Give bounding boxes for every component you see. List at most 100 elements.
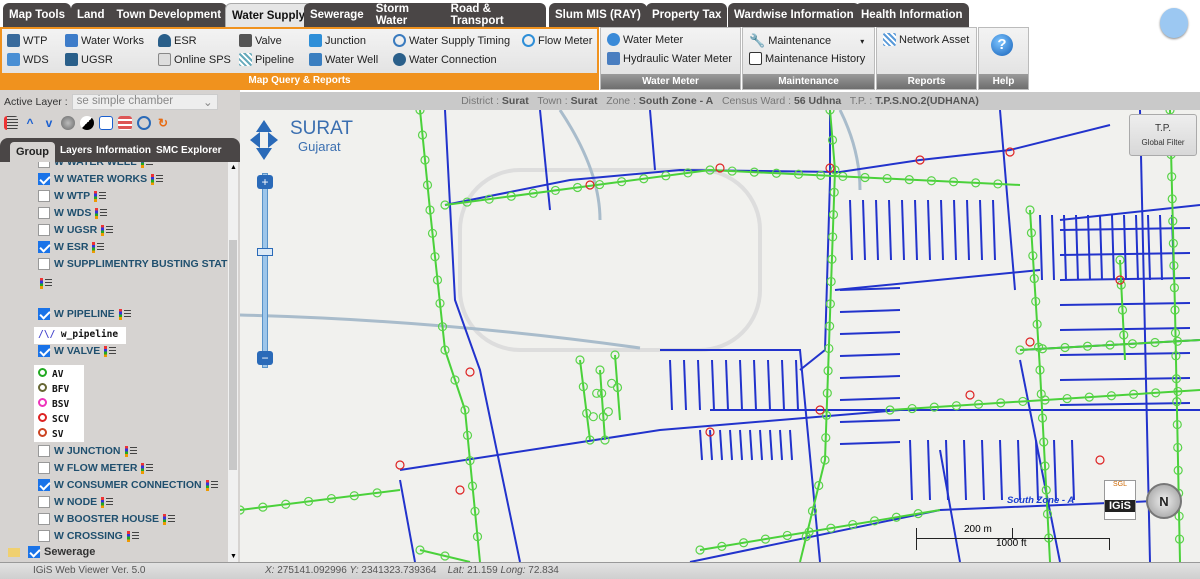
layer-checkbox[interactable]	[38, 530, 50, 542]
legend-icon[interactable]	[151, 173, 164, 185]
legend-icon[interactable]	[141, 462, 154, 474]
legend-icon[interactable]	[124, 445, 137, 457]
tab-map-tools[interactable]: Map Tools	[3, 3, 72, 27]
tab-land-town[interactable]: Land Town Development	[71, 3, 228, 27]
maintenance-dropdown[interactable]: 🔧 Maintenance ▾	[749, 33, 864, 49]
sv-valve-marker[interactable]	[1025, 337, 1035, 347]
tree-scrollbar[interactable]: ▲ ▼	[228, 162, 238, 562]
legend-icon[interactable]	[92, 241, 105, 253]
legend-icon[interactable]	[104, 345, 117, 357]
tab-road-transport[interactable]: Road & Transport	[451, 3, 540, 27]
legend-icon[interactable]	[94, 190, 107, 202]
legend-icon[interactable]	[4, 116, 18, 130]
layer-checkbox[interactable]	[38, 345, 50, 357]
pipeline-button[interactable]: Pipeline	[239, 53, 294, 66]
sv-valve-marker[interactable]	[455, 485, 465, 495]
legend-icon[interactable]	[205, 479, 218, 491]
water-connection-button[interactable]: Water Connection	[393, 53, 497, 66]
legend-icon[interactable]	[140, 162, 153, 168]
wtp-button[interactable]: WTP	[7, 34, 47, 47]
layer-checkbox[interactable]	[38, 308, 50, 320]
tab-property-tax[interactable]: Property Tax	[646, 3, 728, 27]
tab-land[interactable]: Land	[77, 9, 104, 21]
layer-info-icon[interactable]	[99, 116, 113, 130]
user-avatar[interactable]	[1160, 8, 1188, 38]
wds-button[interactable]: WDS	[7, 53, 49, 66]
layer-checkbox[interactable]	[38, 513, 50, 525]
layer-checkbox[interactable]	[38, 479, 50, 491]
legend-icon[interactable]	[101, 224, 114, 236]
maintenance-history-button[interactable]: Maintenance History	[749, 52, 865, 65]
map-canvas[interactable]: + − SURAT Gujarat T.P. Global Filter Sou…	[240, 110, 1200, 562]
online-sps-button[interactable]: Online SPS	[158, 53, 231, 66]
ugsr-button[interactable]: UGSR	[65, 53, 113, 66]
layer-tree-item[interactable]: W CROSSING	[38, 530, 139, 542]
layer-tree-item[interactable]: W PIPELINE	[38, 308, 131, 320]
layer-checkbox[interactable]	[28, 546, 40, 558]
network-asset-button[interactable]: Network Asset	[883, 33, 969, 46]
layer-tree-item[interactable]: W WATER WELL	[38, 162, 153, 168]
flow-meter-button[interactable]: Flow Meter	[522, 34, 592, 47]
sv-valve-marker[interactable]	[965, 390, 975, 400]
tab-group[interactable]: Group	[10, 142, 55, 162]
tab-sewerage[interactable]: Sewerage	[310, 9, 364, 21]
tab-layers[interactable]: Layers	[60, 145, 92, 156]
layer-tree-item[interactable]: Sewerage	[8, 546, 95, 558]
sv-valve-marker[interactable]	[1095, 455, 1105, 465]
zoom-track[interactable]	[262, 173, 268, 368]
legend-icon[interactable]	[101, 496, 114, 508]
tab-wardwise-information[interactable]: Wardwise Information	[728, 3, 860, 27]
layer-checkbox[interactable]	[38, 224, 50, 236]
hydraulic-water-meter-button[interactable]: Hydraulic Water Meter	[607, 52, 732, 65]
layer-tree-item[interactable]: W BOOSTER HOUSE	[38, 513, 176, 525]
tp-global-filter-button[interactable]: T.P. Global Filter	[1129, 114, 1197, 156]
layer-checkbox[interactable]	[38, 162, 50, 168]
legend-icon[interactable]	[126, 530, 139, 542]
layer-tree-item[interactable]: W JUNCTION	[38, 445, 137, 457]
search-layer-icon[interactable]	[137, 116, 151, 130]
layer-tree-item[interactable]: W WDS	[38, 207, 108, 219]
scroll-down-icon[interactable]: ▼	[230, 553, 237, 560]
transparency-high-icon[interactable]	[80, 116, 94, 130]
layer-checkbox[interactable]	[38, 496, 50, 508]
layer-checkbox[interactable]	[38, 173, 50, 185]
move-up-icon[interactable]: ^	[23, 116, 37, 130]
layer-tree-item[interactable]: W WTP	[38, 190, 107, 202]
consumer-connection-marker[interactable]	[607, 378, 617, 388]
pan-arrows-icon[interactable]	[250, 120, 278, 160]
layer-tree-item[interactable]: W ESR	[38, 241, 105, 253]
pan-control[interactable]	[250, 120, 278, 160]
tab-town-development[interactable]: Town Development	[116, 9, 221, 21]
layer-checkbox[interactable]	[38, 241, 50, 253]
layer-tree-item[interactable]: W WATER WORKS	[38, 173, 164, 185]
layer-tree-item[interactable]: W UGSR	[38, 224, 114, 236]
sv-valve-marker[interactable]	[395, 460, 405, 470]
tab-smc-explorer[interactable]: SMC Explorer	[156, 145, 222, 156]
consumer-connection-marker[interactable]	[588, 412, 598, 422]
zoom-out-icon[interactable]: −	[257, 351, 273, 365]
layer-checkbox[interactable]	[38, 258, 50, 270]
layer-tree-item[interactable]: W VALVE	[38, 345, 117, 357]
layer-checkbox[interactable]	[38, 207, 50, 219]
consumer-connection-marker[interactable]	[603, 407, 613, 417]
water-supply-timing-button[interactable]: Water Supply Timing	[393, 34, 510, 47]
north-arrow-icon[interactable]: N	[1146, 483, 1182, 519]
layer-checkbox[interactable]	[38, 445, 50, 457]
legend-icon[interactable]	[95, 207, 108, 219]
zoom-slider[interactable]: + −	[257, 173, 273, 368]
water-meter-button[interactable]: Water Meter	[607, 33, 683, 46]
esr-button[interactable]: ESR	[158, 34, 197, 47]
zoom-handle[interactable]	[257, 248, 273, 256]
legend-icon[interactable]	[163, 513, 176, 525]
layers-stack-icon[interactable]	[118, 116, 132, 130]
refresh-icon[interactable]: ↻	[156, 116, 170, 130]
layer-tree-item[interactable]: W CONSUMER CONNECTION	[38, 479, 218, 491]
scroll-up-icon[interactable]: ▲	[230, 164, 237, 171]
legend-icon[interactable]	[40, 278, 52, 289]
layer-tree-item[interactable]: W NODE	[38, 496, 114, 508]
move-down-icon[interactable]: v	[42, 116, 56, 130]
legend-icon[interactable]	[118, 308, 131, 320]
valve-button[interactable]: Valve	[239, 34, 282, 47]
water-works-button[interactable]: Water Works	[65, 34, 144, 47]
water-well-button[interactable]: Water Well	[309, 53, 378, 66]
